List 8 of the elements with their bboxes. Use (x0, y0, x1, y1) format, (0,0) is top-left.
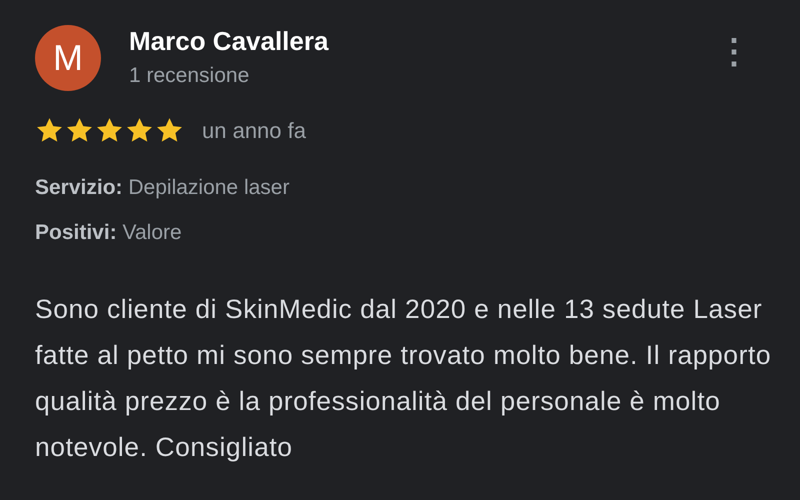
review-detail: Positivi: Valore (35, 220, 183, 246)
review-count: 1 recensione (129, 63, 250, 89)
more-menu-button[interactable]: ⋮ (713, 35, 755, 69)
review-detail: Servizio: Depilazione laser (35, 175, 290, 201)
reviewer-name: Marco Cavallera (129, 26, 330, 56)
avatar: M (35, 25, 101, 91)
review-text: Sono cliente di SkinMedic dal 2020 e nelle 13 sedute Laser fatte al petto mi sono sempre trovato molto bene. Il rapporto qualità prezzo è la professionalità del personale è molto notevole. Consigliato (35, 293, 772, 464)
review-time: un anno fa (202, 118, 306, 144)
